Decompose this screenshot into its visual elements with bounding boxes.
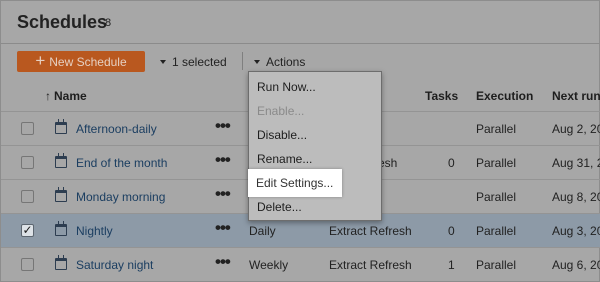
tasks-cell: 0 (448, 156, 455, 170)
column-header-name[interactable]: ↑ Name (45, 89, 87, 103)
calendar-icon (55, 221, 67, 236)
row-checkbox[interactable]: ✓ (21, 224, 34, 237)
execution-cell: Parallel (476, 258, 517, 272)
next-run-cell: Aug 2, 20 (552, 122, 600, 136)
frequency-cell: Weekly (249, 258, 289, 272)
new-schedule-label: New Schedule (49, 54, 127, 69)
more-actions-icon[interactable]: ••• (215, 252, 231, 272)
calendar-icon (55, 187, 67, 202)
table-row[interactable]: Saturday night ••• Weekly Extract Refres… (1, 247, 600, 281)
more-actions-icon[interactable]: ••• (215, 184, 231, 204)
schedule-name-link[interactable]: Monday morning (76, 190, 165, 204)
tasks-cell: 0 (448, 224, 455, 238)
caret-down-icon (160, 60, 166, 64)
sort-ascending-icon: ↑ (45, 89, 51, 103)
task-type-cell: Extract Refresh (329, 224, 412, 238)
calendar-icon (55, 119, 67, 134)
row-checkbox[interactable] (21, 190, 34, 203)
menu-item-delete[interactable]: Delete... (249, 195, 381, 219)
column-header-next-run[interactable]: Next run (552, 89, 600, 103)
schedule-name-link[interactable]: Saturday night (76, 258, 153, 272)
more-actions-icon[interactable]: ••• (215, 218, 231, 238)
caret-down-icon (254, 60, 260, 64)
selection-label: 1 selected (172, 55, 227, 69)
frequency-cell: Daily (249, 224, 276, 238)
calendar-icon (55, 153, 67, 168)
new-schedule-button[interactable]: + New Schedule (17, 51, 145, 72)
column-header-name-label: Name (54, 89, 87, 103)
row-checkbox[interactable] (21, 156, 34, 169)
menu-item-enable: Enable... (257, 104, 305, 118)
schedules-page: Schedules 8 + New Schedule 1 selected Ac… (0, 0, 600, 282)
schedule-name-link[interactable]: End of the month (76, 156, 167, 170)
page-title: Schedules (17, 12, 108, 32)
next-run-cell: Aug 31, 20 (552, 156, 600, 170)
row-checkbox[interactable] (21, 122, 34, 135)
menu-item-disable[interactable]: Disable... (249, 123, 381, 147)
task-type-cell: Extract Refresh (329, 258, 412, 272)
menu-item-run-now[interactable]: Run Now... (249, 75, 381, 99)
next-run-cell: Aug 3, 20 (552, 224, 600, 238)
actions-menu: Run Now... Enable... Disable... Rename..… (248, 71, 382, 221)
actions-button[interactable]: Actions (254, 55, 305, 69)
plus-icon: + (35, 51, 46, 70)
execution-cell: Parallel (476, 190, 517, 204)
next-run-cell: Aug 8, 20 (552, 190, 600, 204)
row-checkbox[interactable] (21, 258, 34, 271)
selection-dropdown[interactable]: 1 selected (160, 55, 227, 69)
menu-item-rename[interactable]: Rename... (249, 147, 381, 171)
tasks-cell: 1 (448, 258, 455, 272)
schedule-name-link[interactable]: Nightly (76, 224, 113, 238)
toolbar-divider (242, 52, 243, 70)
next-run-cell: Aug 6, 20 (552, 258, 600, 272)
menu-item-edit-settings[interactable]: Edit Settings... (248, 169, 342, 197)
more-actions-icon[interactable]: ••• (215, 116, 231, 136)
column-header-tasks[interactable]: Tasks (425, 89, 458, 103)
calendar-icon (55, 255, 67, 270)
execution-cell: Parallel (476, 156, 517, 170)
schedule-count: 8 (105, 17, 112, 29)
column-header-execution[interactable]: Execution (476, 89, 533, 103)
schedule-name-link[interactable]: Afternoon-daily (76, 122, 157, 136)
execution-cell: Parallel (476, 122, 517, 136)
more-actions-icon[interactable]: ••• (215, 150, 231, 170)
actions-label: Actions (266, 55, 306, 69)
title-divider (1, 43, 600, 44)
execution-cell: Parallel (476, 224, 517, 238)
